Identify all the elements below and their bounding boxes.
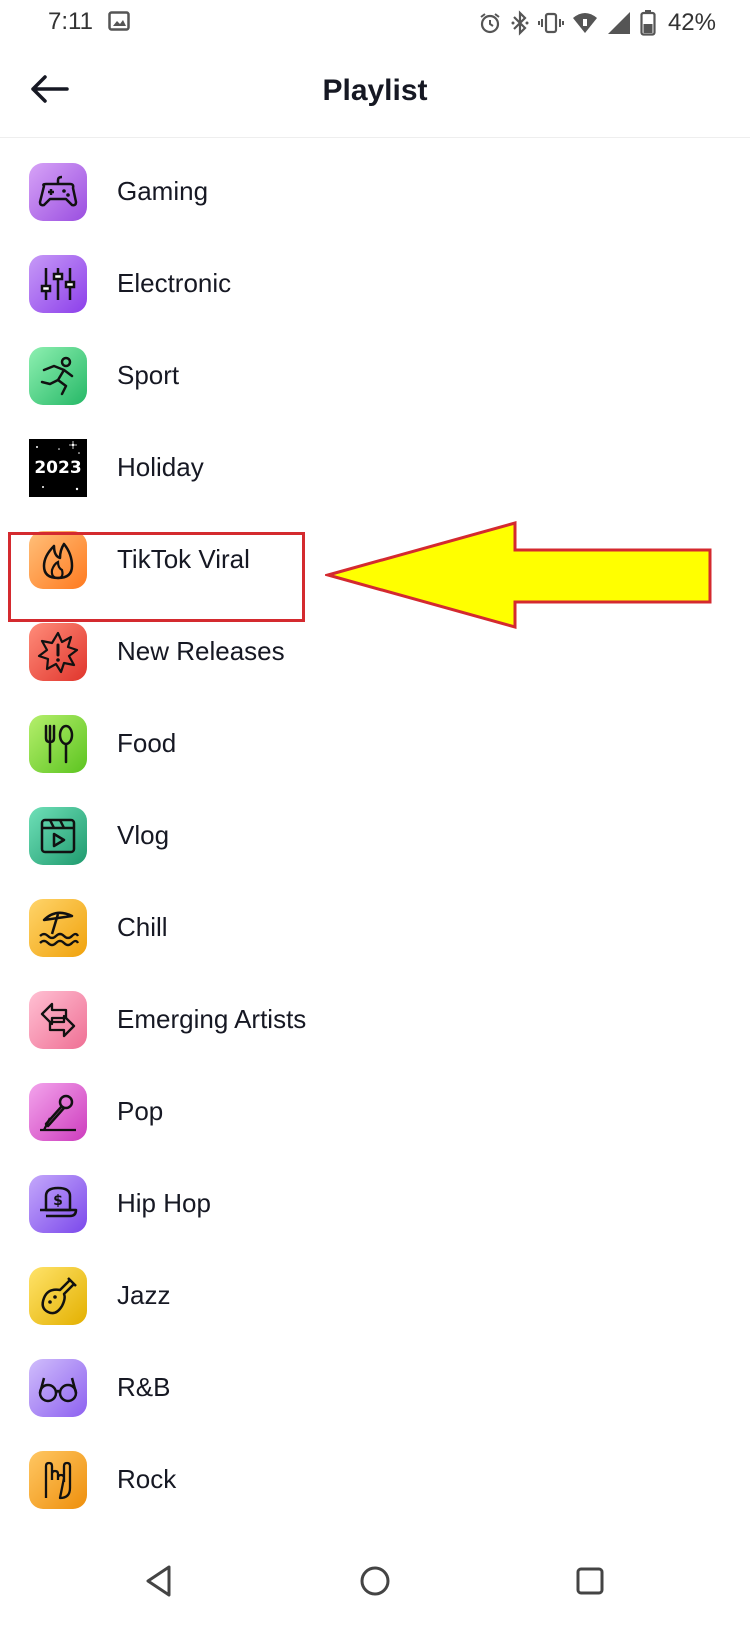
signal-icon xyxy=(606,11,632,35)
playlist-item-gaming[interactable]: Gaming xyxy=(0,144,750,239)
playlist-item-new-releases[interactable]: New Releases xyxy=(0,604,750,699)
playlist-item-chill[interactable]: Chill xyxy=(0,880,750,975)
runner-icon xyxy=(29,346,87,405)
sunglasses-icon xyxy=(29,1358,87,1417)
flame-icon xyxy=(29,530,87,589)
playlist-label: Rock xyxy=(117,1464,177,1494)
battery-icon xyxy=(640,10,656,36)
playlist-label: Emerging Artists xyxy=(117,1004,307,1034)
beach-umbrella-icon xyxy=(29,898,87,957)
playlist-item-rock[interactable]: Rock xyxy=(0,1432,750,1527)
header: Playlist xyxy=(0,44,750,138)
playlist-list: Gaming Electronic Sport 2023 Holiday Tik… xyxy=(0,138,750,1538)
navigation-bar xyxy=(0,1538,750,1625)
playlist-label: Hip Hop xyxy=(117,1188,211,1218)
nav-back-button[interactable] xyxy=(132,1556,186,1610)
playlist-item-vlog[interactable]: Vlog xyxy=(0,788,750,883)
video-clapper-icon xyxy=(29,806,87,865)
equalizer-icon xyxy=(29,254,87,313)
saxophone-icon xyxy=(29,1266,87,1325)
playlist-item-food[interactable]: Food xyxy=(0,696,750,791)
playlist-item-sport[interactable]: Sport xyxy=(0,328,750,423)
alarm-icon xyxy=(478,11,502,35)
gallery-icon xyxy=(108,11,130,31)
playlist-label: Chill xyxy=(117,912,168,942)
playlist-label: Pop xyxy=(117,1096,164,1126)
fireworks-2023-icon: 2023 xyxy=(29,438,87,497)
playlist-label: Food xyxy=(117,728,177,758)
rock-hand-icon xyxy=(29,1450,87,1509)
nav-recents-button[interactable] xyxy=(563,1556,617,1610)
playlist-item-holiday[interactable]: 2023 Holiday xyxy=(0,420,750,515)
playlist-label: New Releases xyxy=(117,636,285,666)
playlist-label: Holiday xyxy=(117,452,204,482)
playlist-label: Jazz xyxy=(117,1280,171,1310)
cap-dollar-icon: $ xyxy=(29,1174,87,1233)
playlist-item-tiktok-viral[interactable]: TikTok Viral xyxy=(0,512,750,607)
playlist-item-hip-hop[interactable]: $ Hip Hop xyxy=(0,1156,750,1251)
nav-home-button[interactable] xyxy=(348,1556,402,1610)
gamepad-icon xyxy=(29,162,87,221)
fork-spoon-icon xyxy=(29,714,87,773)
back-triangle-icon xyxy=(144,1564,174,1603)
playlist-item-electronic[interactable]: Electronic xyxy=(0,236,750,331)
playlist-label: TikTok Viral xyxy=(117,544,250,574)
playlist-item-jazz[interactable]: Jazz xyxy=(0,1248,750,1343)
page-title: Playlist xyxy=(322,74,428,107)
playlist-item-rnb[interactable]: R&B xyxy=(0,1340,750,1435)
recents-square-icon xyxy=(575,1566,605,1601)
playlist-label: Vlog xyxy=(117,820,170,850)
battery-percent: 42% xyxy=(667,9,716,36)
wifi-icon xyxy=(572,11,598,35)
microphone-icon xyxy=(29,1082,87,1141)
swap-arrows-icon xyxy=(29,990,87,1049)
status-icons: 42% xyxy=(478,8,716,38)
status-time: 7:11 xyxy=(48,8,93,35)
playlist-label: R&B xyxy=(117,1372,171,1402)
holiday-badge: 2023 xyxy=(34,457,82,478)
bluetooth-icon xyxy=(510,10,530,36)
playlist-label: Sport xyxy=(117,360,180,390)
playlist-label: Gaming xyxy=(117,176,209,206)
burst-icon xyxy=(29,622,87,681)
playlist-label: Electronic xyxy=(117,268,232,298)
home-circle-icon xyxy=(359,1565,391,1602)
playlist-item-pop[interactable]: Pop xyxy=(0,1064,750,1159)
playlist-item-emerging-artists[interactable]: Emerging Artists xyxy=(0,972,750,1067)
svg-text:$: $ xyxy=(53,1193,63,1209)
vibrate-icon xyxy=(537,11,564,35)
status-bar: 7:11 42% xyxy=(0,0,750,44)
